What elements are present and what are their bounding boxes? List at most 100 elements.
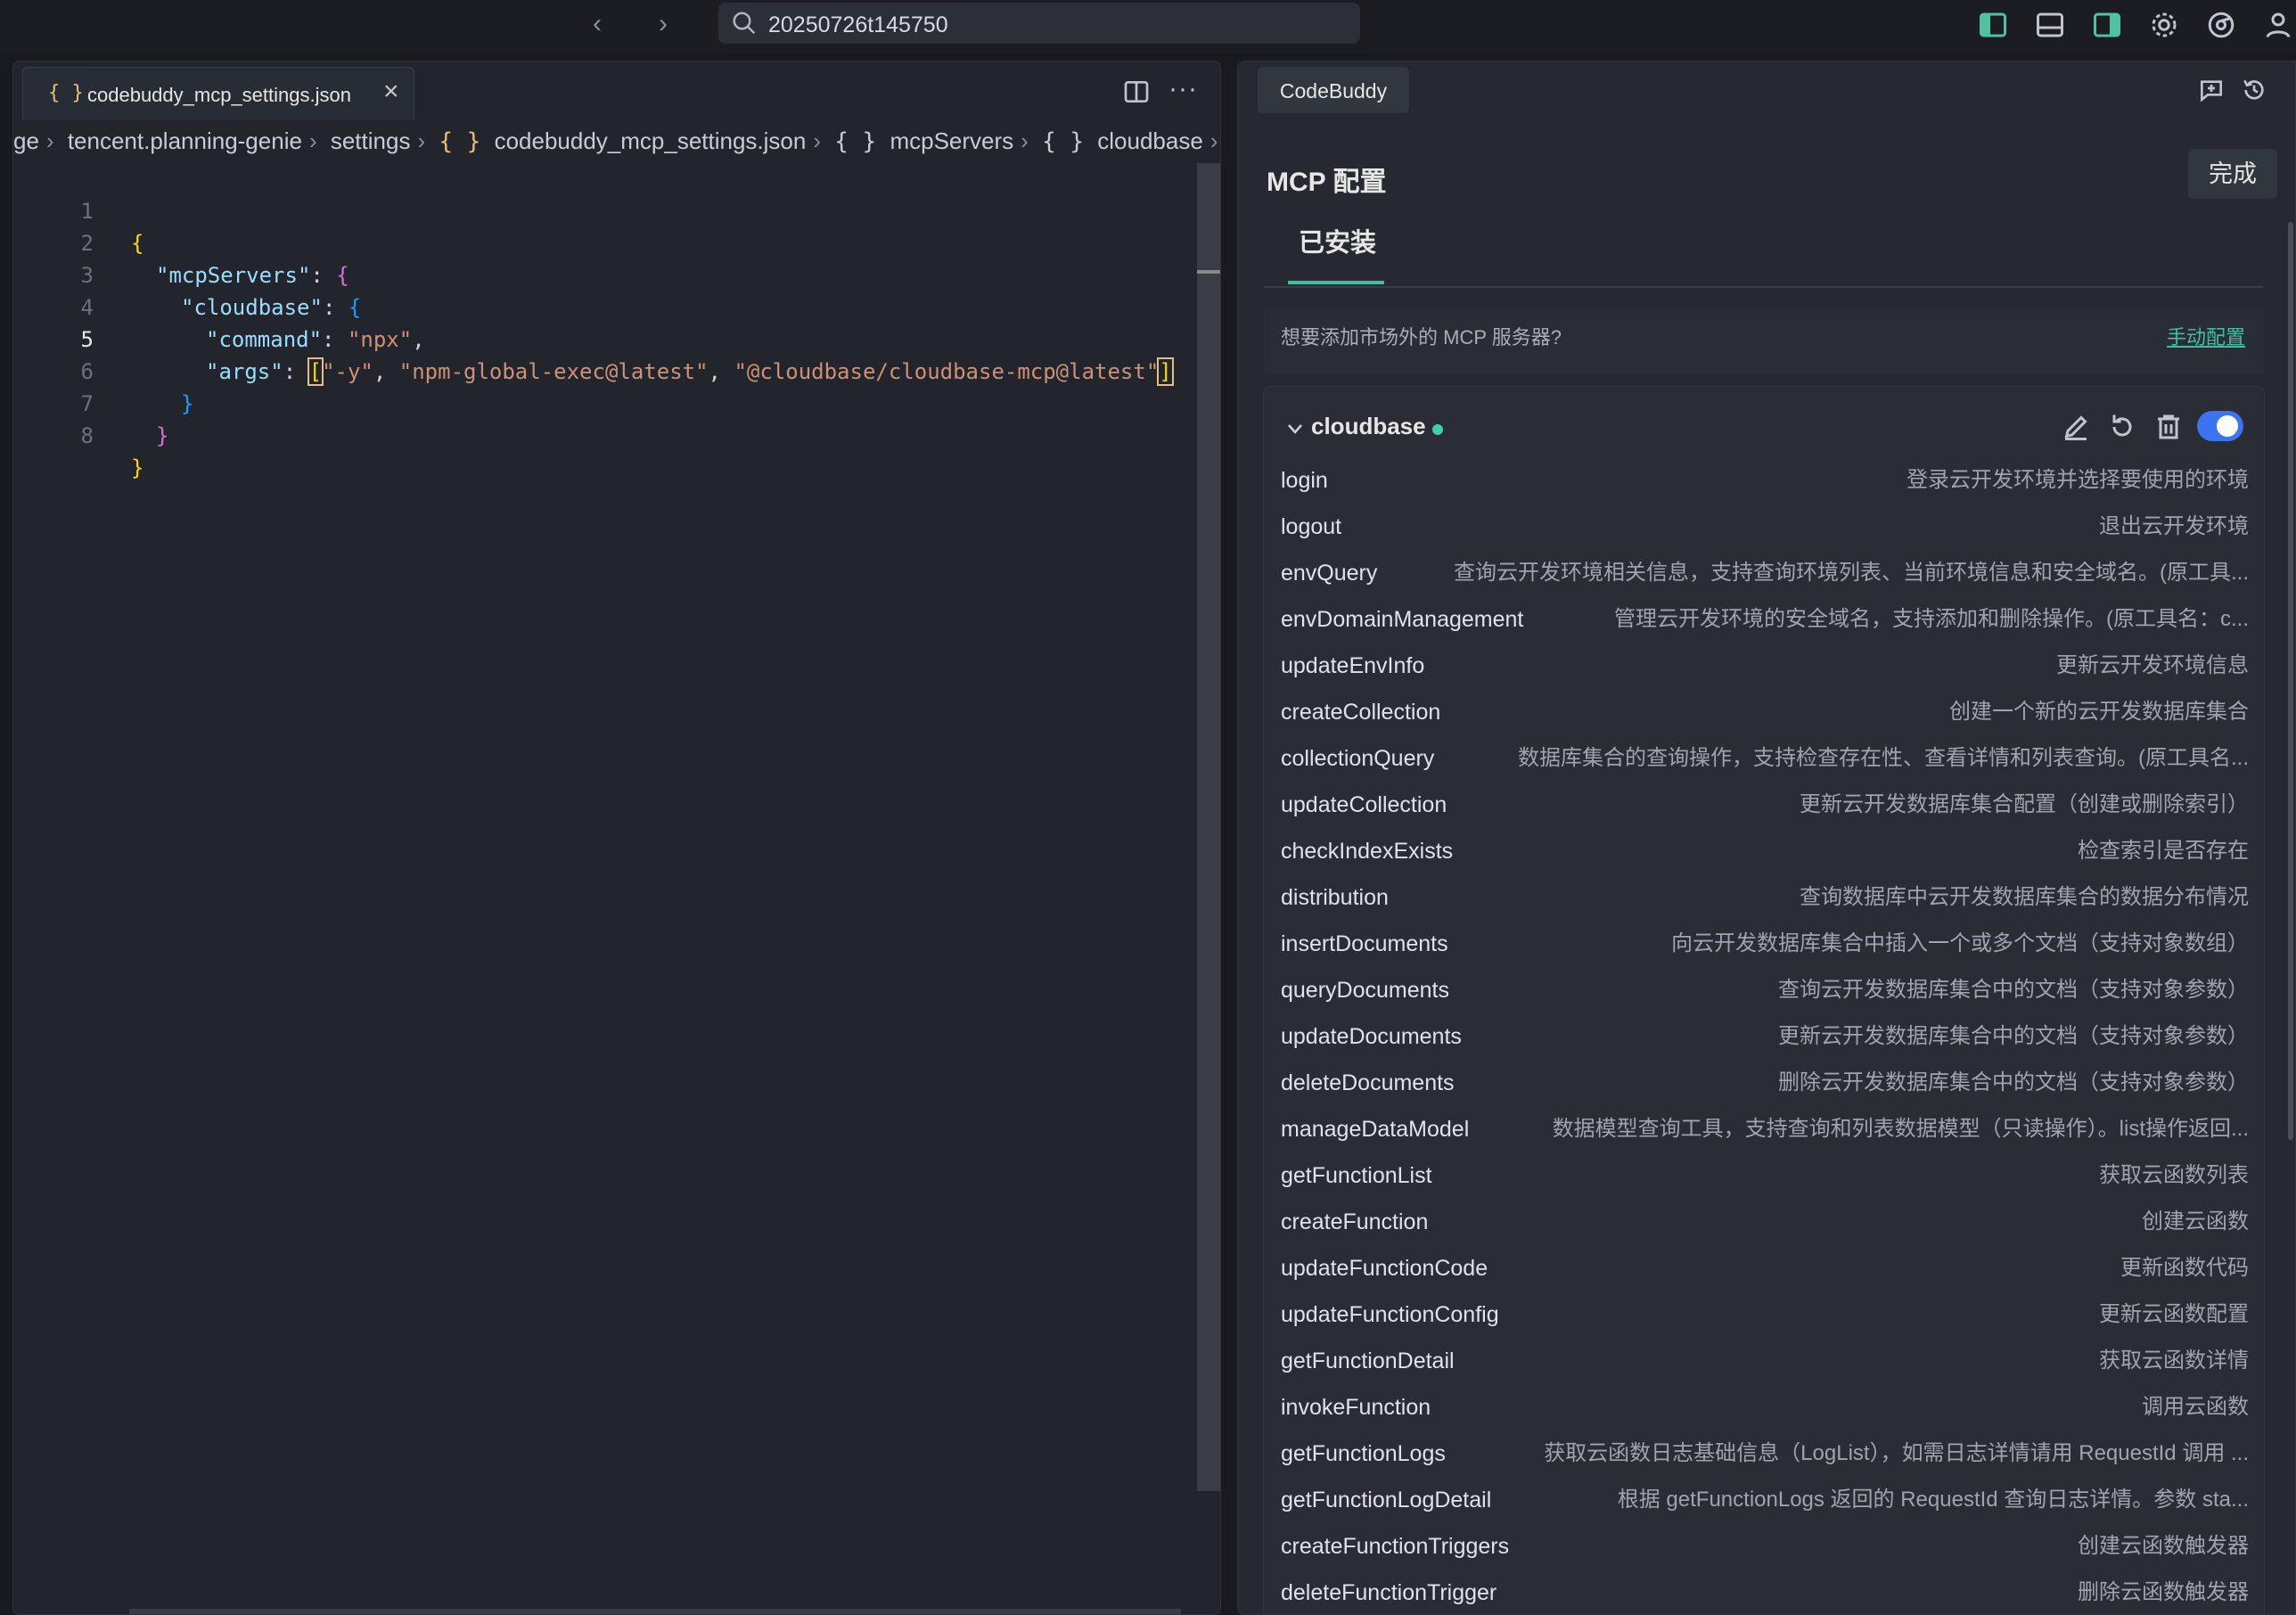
tool-description: 数据模型查询工具，支持查询和列表数据模型（只读操作）。list操作返回...	[1552, 1117, 2249, 1141]
tool-row[interactable]: checkIndexExists 检查索引是否存在	[1281, 833, 2261, 869]
tool-row[interactable]: createCollection 创建一个新的云开发数据库集合	[1281, 694, 2261, 730]
more-actions-icon[interactable]: ···	[1168, 74, 1198, 104]
close-icon[interactable]: ×	[383, 78, 399, 105]
tab-installed[interactable]: 已安装	[1299, 222, 1376, 259]
tool-name: distribution	[1281, 885, 1389, 910]
account-icon[interactable]	[2262, 9, 2294, 41]
editor-panel: { } codebuddy_mcp_settings.json × ··· ge…	[12, 61, 1221, 1615]
tool-row[interactable]: collectionQuery 数据库集合的查询操作，支持检查存在性、查看详情和列…	[1281, 741, 2261, 776]
tool-row[interactable]: getFunctionDetail 获取云函数详情	[1281, 1343, 2261, 1379]
tool-row[interactable]: updateDocuments 更新云开发数据库集合中的文档（支持对象参数）	[1281, 1019, 2261, 1054]
tool-name: deleteDocuments	[1281, 1070, 1455, 1095]
panel-scrollbar[interactable]	[2288, 222, 2293, 1140]
search-icon	[733, 12, 756, 35]
page-title: MCP 配置	[1267, 168, 1387, 197]
edit-icon[interactable]	[2060, 411, 2092, 443]
breadcrumb-item[interactable]: mcpServers	[890, 127, 1013, 154]
tool-row[interactable]: getFunctionList 获取云函数列表	[1281, 1158, 2261, 1193]
tool-row[interactable]: invokeFunction 调用云函数	[1281, 1390, 2261, 1425]
browser-icon[interactable]	[2205, 9, 2237, 41]
server-enable-toggle[interactable]	[2197, 411, 2243, 441]
tool-name: getFunctionLogDetail	[1281, 1488, 1492, 1513]
tool-row[interactable]: updateFunctionCode 更新函数代码	[1281, 1250, 2261, 1286]
tool-name: getFunctionDetail	[1281, 1349, 1455, 1373]
breadcrumb-item[interactable]: settings	[331, 127, 411, 154]
tool-description: 数据库集合的查询操作，支持检查存在性、查看详情和列表查询。(原工具名...	[1518, 746, 2249, 770]
tool-row[interactable]: getFunctionLogDetail 根据 getFunctionLogs 返…	[1281, 1482, 2261, 1518]
tool-description: 获取云函数列表	[2099, 1163, 2249, 1187]
tool-row[interactable]: updateCollection 更新云开发数据库集合配置（创建或删除索引）	[1281, 787, 2261, 823]
new-chat-icon[interactable]	[2197, 76, 2226, 104]
toggle-knob	[2217, 415, 2238, 437]
tool-name: logout	[1281, 514, 1342, 539]
tool-name: login	[1281, 468, 1328, 493]
tool-description: 删除云开发数据库集合中的文档（支持对象参数）	[1778, 1070, 2249, 1094]
tool-row[interactable]: updateFunctionConfig 更新云函数配置	[1281, 1297, 2261, 1332]
search-text: 20250726t145750	[768, 12, 948, 37]
editor-horizontal-scrollbar[interactable]	[129, 1609, 1181, 1614]
toggle-primary-sidebar-icon[interactable]	[1977, 9, 2009, 41]
tool-row[interactable]: insertDocuments 向云开发数据库集合中插入一个或多个文档（支持对象数…	[1281, 926, 2261, 962]
history-icon[interactable]	[2240, 76, 2268, 104]
forward-icon[interactable]: ›	[647, 9, 679, 41]
tool-description: 查询云开发环境相关信息，支持查询环境列表、当前环境信息和安全域名。(原工具...	[1454, 561, 2249, 585]
tool-name: queryDocuments	[1281, 978, 1449, 1003]
tool-row[interactable]: createFunction 创建云函数	[1281, 1204, 2261, 1240]
tool-description: 创建云函数触发器	[2078, 1534, 2249, 1558]
code-line: 7 }	[13, 356, 1199, 448]
codebuddy-panel: CodeBuddy MCP 配置 完成 已安装 想要添加市场外的 MCP 服务器…	[1237, 61, 2296, 1615]
tool-name: envDomainManagement	[1281, 607, 1524, 632]
breadcrumb-item[interactable]: codebuddy_mcp_settings.json	[495, 127, 807, 154]
manual-config-link[interactable]: 手动配置	[2167, 322, 2245, 350]
tab-codebuddy[interactable]: CodeBuddy	[1258, 67, 1409, 113]
refresh-icon[interactable]	[2106, 411, 2138, 443]
split-editor-icon[interactable]	[1122, 78, 1151, 106]
code-line: 3 "cloudbase": {	[13, 227, 1199, 320]
server-name[interactable]: cloudbase	[1311, 413, 1426, 440]
breadcrumb-item[interactable]: cloudbase	[1097, 127, 1203, 154]
breadcrumb-item[interactable]: ge	[13, 127, 39, 154]
tool-name: createFunctionTriggers	[1281, 1534, 1510, 1559]
tool-row[interactable]: envDomainManagement 管理云开发环境的安全域名，支持添加和删除操…	[1281, 602, 2261, 637]
done-button[interactable]: 完成	[2188, 149, 2277, 199]
tool-row[interactable]: distribution 查询数据库中云开发数据库集合的数据分布情况	[1281, 880, 2261, 915]
toggle-panel-icon[interactable]	[2034, 9, 2066, 41]
tool-description: 查询数据库中云开发数据库集合的数据分布情况	[1800, 885, 2249, 909]
tool-row[interactable]: deleteFunctionTrigger 删除云函数触发器	[1281, 1575, 2261, 1611]
tool-row[interactable]: queryDocuments 查询云开发数据库集合中的文档（支持对象参数）	[1281, 972, 2261, 1008]
chevron-down-icon[interactable]	[1284, 418, 1306, 439]
tool-description: 调用云函数	[2142, 1395, 2249, 1419]
tool-row[interactable]: envQuery 查询云开发环境相关信息，支持查询环境列表、当前环境信息和安全域名…	[1281, 555, 2261, 591]
tool-row[interactable]: manageDataModel 数据模型查询工具，支持查询和列表数据模型（只读操作…	[1281, 1111, 2261, 1147]
tool-row[interactable]: deleteDocuments 删除云开发数据库集合中的文档（支持对象参数）	[1281, 1065, 2261, 1101]
divider	[1265, 286, 2263, 288]
trash-icon[interactable]	[2152, 411, 2185, 443]
command-search-box[interactable]: 20250726t145750	[718, 3, 1360, 44]
line-number: 8	[80, 423, 94, 448]
breadcrumb: ge › tencent.planning-genie › settings › { …	[13, 127, 1218, 155]
tool-description: 删除云函数触发器	[2078, 1580, 2249, 1604]
tool-description: 更新云开发数据库集合中的文档（支持对象参数）	[1778, 1024, 2249, 1048]
breadcrumb-item[interactable]: tencent.planning-genie	[68, 127, 302, 154]
tool-row[interactable]: login 登录云开发环境并选择要使用的环境	[1281, 463, 2261, 498]
tool-name: manageDataModel	[1281, 1117, 1470, 1142]
add-server-text: 想要添加市场外的 MCP 服务器?	[1281, 326, 1562, 348]
tool-row[interactable]: updateEnvInfo 更新云开发环境信息	[1281, 648, 2261, 684]
tool-description: 查询云开发数据库集合中的文档（支持对象参数）	[1778, 978, 2249, 1002]
tool-name: updateDocuments	[1281, 1024, 1462, 1049]
tool-row[interactable]: logout 退出云开发环境	[1281, 509, 2261, 545]
scrollbar-thumb[interactable]	[1197, 270, 1220, 274]
tool-description: 获取云函数详情	[2099, 1349, 2249, 1373]
editor-tab[interactable]: { } codebuddy_mcp_settings.json ×	[22, 67, 414, 120]
back-icon[interactable]: ‹	[581, 9, 613, 41]
editor-vertical-scrollbar[interactable]	[1197, 163, 1220, 1491]
toggle-secondary-sidebar-icon[interactable]	[2091, 9, 2123, 41]
gear-icon[interactable]	[2148, 9, 2180, 41]
tool-name: createFunction	[1281, 1209, 1429, 1234]
tool-row[interactable]: createFunctionTriggers 创建云函数触发器	[1281, 1529, 2261, 1564]
tool-row[interactable]: getFunctionLogs 获取云函数日志基础信息（LogList），如需日志…	[1281, 1436, 2261, 1472]
tool-description: 更新云函数配置	[2099, 1302, 2249, 1326]
tool-description: 检查索引是否存在	[2078, 839, 2249, 863]
tool-description: 更新云开发环境信息	[2056, 653, 2249, 677]
tool-description: 向云开发数据库集合中插入一个或多个文档（支持对象数组）	[1671, 931, 2249, 955]
